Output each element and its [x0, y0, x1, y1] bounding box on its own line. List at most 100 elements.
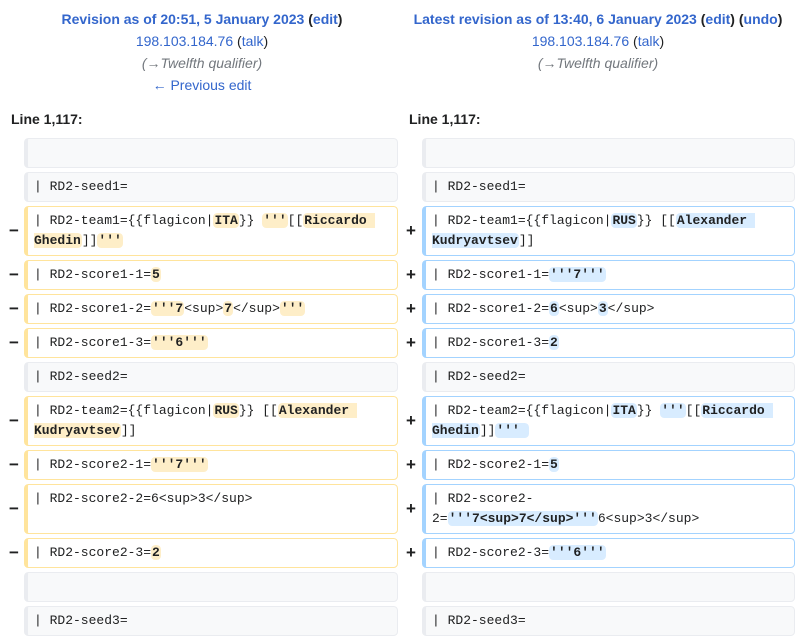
context-line: | RD2-seed2= — [24, 362, 398, 392]
new-changed-text: RUS — [611, 213, 637, 228]
diff-row: − + | RD2-team2={{flagicon|RUS}} [[Alexand… — [0, 396, 799, 446]
new-changed-text: 5 — [549, 457, 559, 472]
context-line — [422, 138, 795, 168]
new-revision-edit-link[interactable]: edit — [705, 11, 730, 27]
added-line: | RD2-score2-3='''6''' — [422, 538, 795, 568]
removed-line-marker: − — [9, 221, 19, 240]
new-changed-text: 6 — [549, 301, 559, 316]
removed-line-marker: − — [9, 499, 19, 518]
diff-row — [0, 572, 799, 602]
added-line: | RD2-team2={{flagicon|ITA}} '''[[Riccar… — [422, 396, 795, 446]
old-text: | RD2-score1-1= — [34, 267, 152, 282]
removed-line-marker: − — [9, 333, 19, 352]
old-changed-text: '''7 — [151, 301, 185, 316]
old-changed-text: ''' — [279, 301, 306, 316]
new-text: | RD2-seed2= — [432, 369, 526, 384]
new-changed-text: 2 — [549, 335, 559, 350]
context-line — [422, 572, 795, 602]
added-line-marker: + — [406, 499, 416, 518]
old-user-talk-link[interactable]: talk — [242, 33, 264, 49]
deleted-line: | RD2-score1-2='''7<sup>7</sup>''' — [24, 294, 398, 324]
new-revision-header: Latest revision as of 13:40, 6 January 2… — [408, 10, 788, 76]
new-summary-section-link[interactable]: → — [542, 55, 556, 71]
added-line: | RD2-score2-2='''7<sup>7</sup>'''6<sup>… — [422, 484, 795, 534]
old-text: ]] — [81, 233, 98, 248]
old-text: }} [[ — [238, 403, 278, 418]
context-line: | RD2-seed2= — [422, 362, 795, 392]
added-line-marker: + — [406, 543, 416, 562]
deleted-line: | RD2-team2={{flagicon|RUS}} [[Alexander… — [24, 396, 398, 446]
removed-line-marker: − — [9, 265, 19, 284]
old-text: ]] — [120, 423, 137, 438]
new-revision-title: Latest revision as of 13:40, 6 January 2… — [408, 10, 788, 32]
old-user-link[interactable]: 198.103.184.76 — [136, 33, 233, 49]
new-user-link[interactable]: 198.103.184.76 — [532, 33, 629, 49]
old-revision-edit-link[interactable]: edit — [313, 11, 338, 27]
old-changed-text: '''6''' — [151, 335, 208, 350]
old-text: | RD2-score1-3= — [34, 335, 152, 350]
new-text: | RD2-score1-2= — [432, 301, 550, 316]
old-text: | RD2-team2={{flagicon| — [34, 403, 214, 418]
added-line-marker: + — [406, 333, 416, 352]
removed-line-marker: − — [9, 299, 19, 318]
deleted-line: | RD2-score2-2=6<sup>3</sup> — [24, 484, 398, 534]
old-revision-actions: (edit) — [308, 11, 342, 27]
new-line-number: Line 1,117: — [409, 111, 481, 127]
old-text: [[ — [287, 213, 304, 228]
diff-row: − + | RD2-score1-2='''7<sup>7</sup>''' | RD… — [0, 294, 799, 324]
new-text: [[ — [685, 403, 702, 418]
removed-line-marker: − — [9, 543, 19, 562]
added-line: | RD2-team1={{flagicon|RUS}} [[Alexander… — [422, 206, 795, 256]
added-line-marker: + — [406, 455, 416, 474]
diff-row: − + | RD2-score2-2=6<sup>3</sup> | RD2-scor… — [0, 484, 799, 534]
new-text: ]] — [479, 423, 496, 438]
previous-edit-link[interactable]: ← Previous edit — [153, 77, 252, 93]
old-changed-text: 5 — [151, 267, 161, 282]
old-revision-link[interactable]: Revision as of 20:51, 5 January 2023 — [62, 11, 305, 27]
added-line-marker: + — [406, 265, 416, 284]
new-text: }} — [636, 403, 661, 418]
old-changed-text: ''' — [97, 233, 123, 248]
context-line — [24, 572, 398, 602]
old-changed-text: '''7''' — [151, 457, 208, 472]
context-line: | RD2-seed1= — [422, 172, 795, 202]
new-changed-text: '''7<sup>7</sup>''' — [447, 511, 598, 526]
deleted-line: | RD2-team1={{flagicon|ITA}} '''[[Riccar… — [24, 206, 398, 256]
new-summary-text: Twelfth qualifier — [556, 55, 654, 71]
deleted-line: | RD2-score2-3=2 — [24, 538, 398, 568]
added-line: | RD2-score1-1='''7''' — [422, 260, 795, 290]
new-text: | RD2-score2-1= — [432, 457, 550, 472]
new-revision-user: 198.103.184.76 (talk) — [531, 33, 665, 49]
new-text: }} [[ — [636, 213, 676, 228]
old-changed-text: RUS — [213, 403, 239, 418]
deleted-line: | RD2-score1-1=5 — [24, 260, 398, 290]
removed-line-marker: − — [9, 455, 19, 474]
new-revision-link[interactable]: Latest revision as of 13:40, 6 January 2… — [414, 11, 697, 27]
added-line-marker: + — [406, 299, 416, 318]
old-changed-text: 2 — [151, 545, 161, 560]
old-summary-text: Twelfth qualifier — [160, 55, 258, 71]
added-line: | RD2-score1-2=6<sup>3</sup> — [422, 294, 795, 324]
old-text: <sup> — [184, 301, 224, 316]
new-text: | RD2-score1-1= — [432, 267, 550, 282]
new-user-talk-link[interactable]: talk — [638, 33, 660, 49]
new-revision-paren: ) — [777, 11, 783, 27]
new-text: | RD2-score2-3= — [432, 545, 550, 560]
old-text: </sup> — [233, 301, 280, 316]
added-line-marker: + — [406, 221, 416, 240]
diff-row: − + | RD2-team1={{flagicon|ITA}} '''[[Ricc… — [0, 206, 799, 256]
new-text: 6<sup>3</sup> — [597, 511, 700, 526]
new-revision-actions: (edit) (undo) — [701, 11, 783, 27]
old-text: | RD2-seed3= — [34, 613, 128, 628]
new-changed-text: ''' — [660, 403, 686, 418]
new-revision-undo-link[interactable]: undo — [744, 11, 778, 27]
diff-row: − + | RD2-score2-3=2 | RD2-score2-3='''6''' — [0, 538, 799, 568]
previous-edit-nav: ← Previous edit — [12, 76, 392, 98]
diff-row — [0, 138, 799, 168]
old-text: | RD2-team1={{flagicon| — [34, 213, 214, 228]
old-summary-section-link[interactable]: → — [146, 55, 160, 71]
new-text: </sup> — [607, 301, 655, 316]
old-text: | RD2-score2-3= — [34, 545, 152, 560]
new-text: | RD2-seed1= — [432, 179, 526, 194]
deleted-line: | RD2-score2-1='''7''' — [24, 450, 398, 480]
